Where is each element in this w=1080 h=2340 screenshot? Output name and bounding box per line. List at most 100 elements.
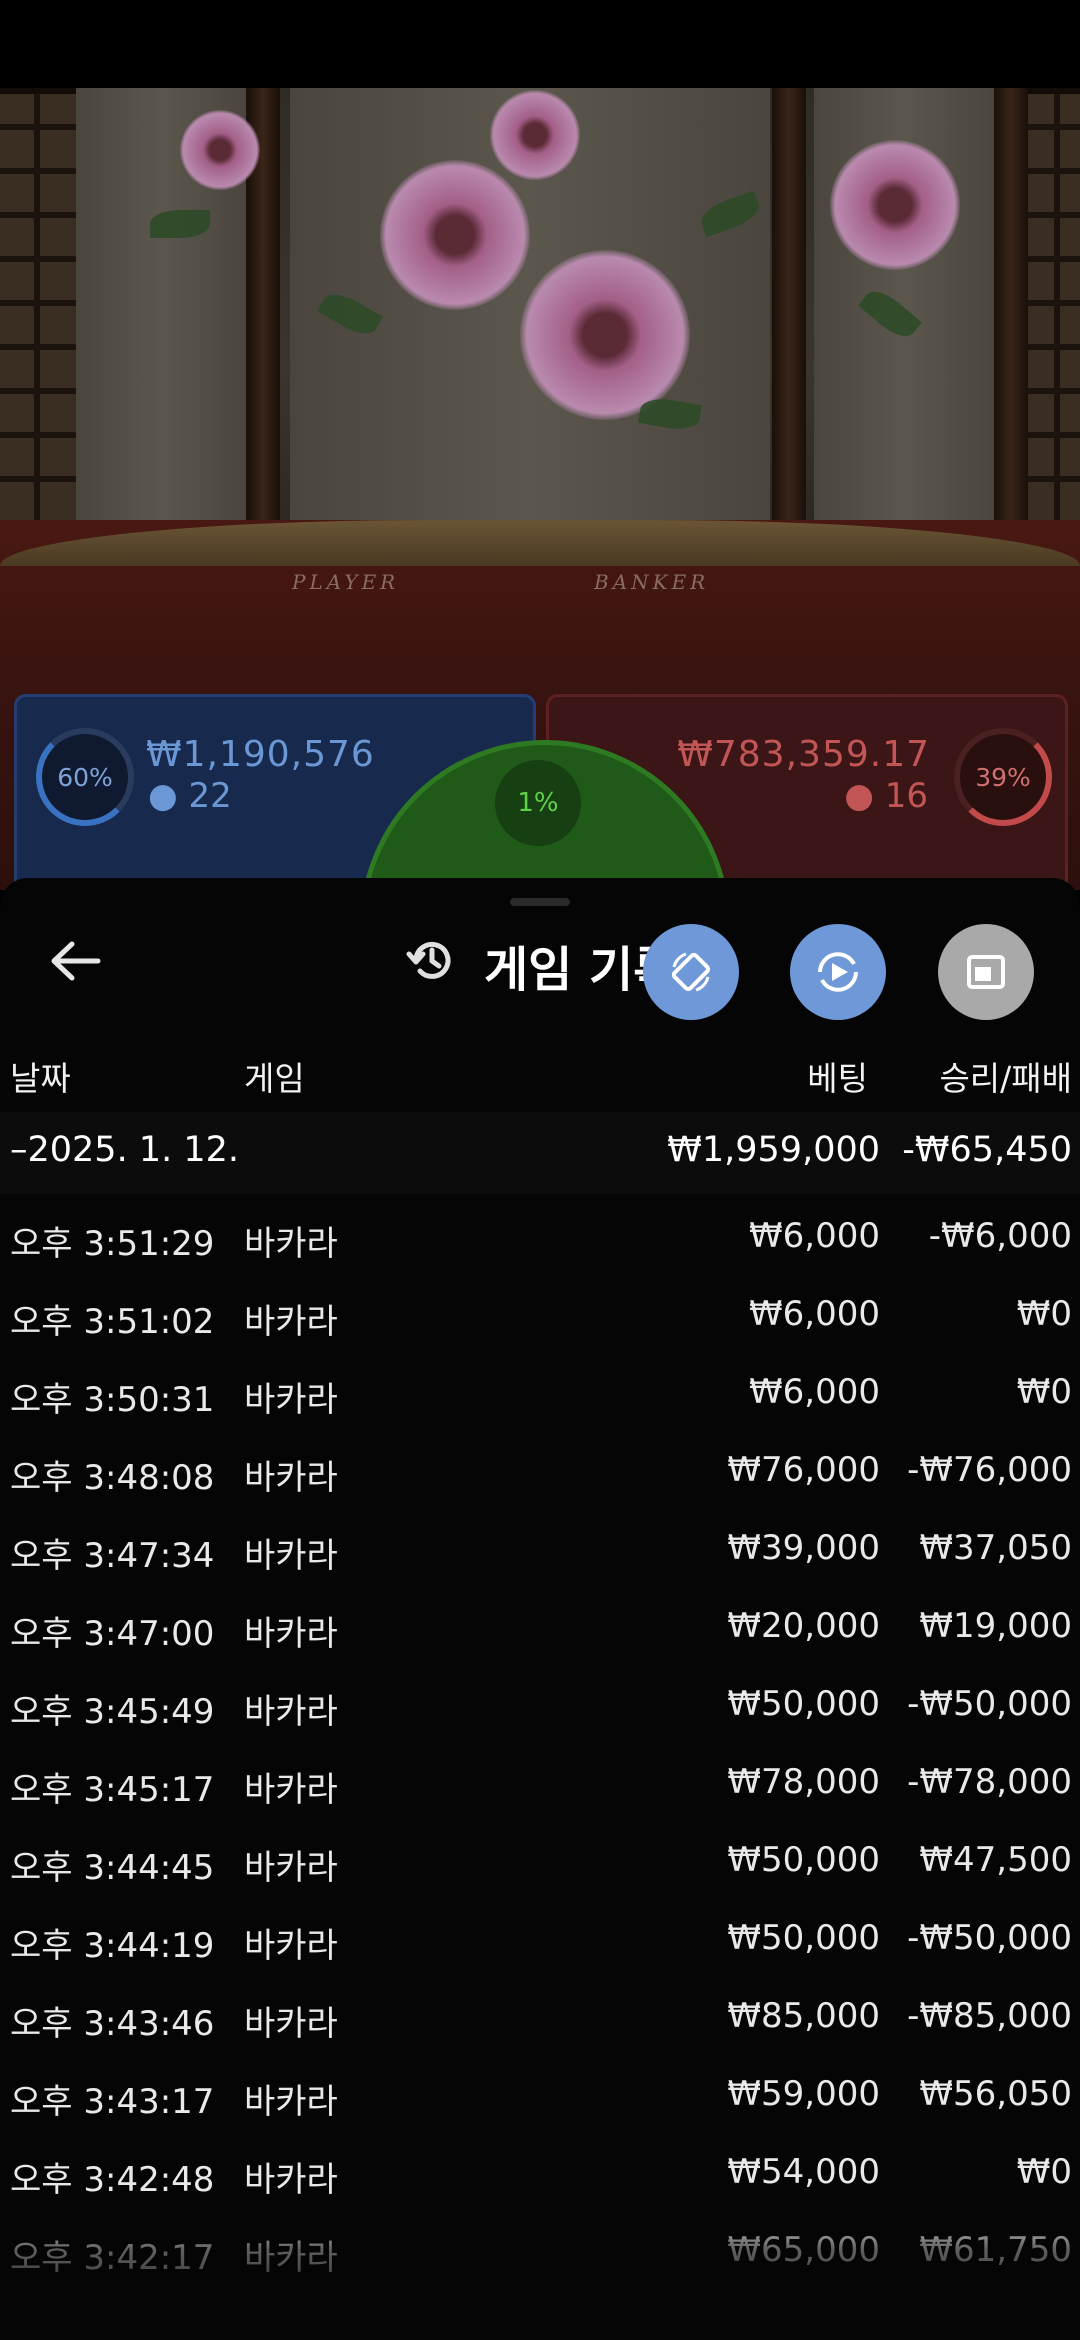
- pillar: [994, 88, 1028, 558]
- history-row[interactable]: 오후 3:51:29 바카라 ₩6,000 -₩6,000: [0, 1200, 1080, 1278]
- history-game: 바카라: [244, 1770, 338, 1810]
- replay-button[interactable]: [790, 924, 886, 1020]
- history-game: 바카라: [244, 1224, 338, 1264]
- history-result: ₩0: [1016, 2152, 1072, 2192]
- history-bet: ₩50,000: [727, 1684, 880, 1724]
- history-game: 바카라: [244, 1614, 338, 1654]
- history-bet: ₩76,000: [727, 1450, 880, 1490]
- player-percent: 60%: [57, 762, 113, 792]
- history-game: 바카라: [244, 1380, 338, 1420]
- replay-icon: [818, 952, 858, 992]
- history-time: 오후 3:51:29: [10, 1224, 215, 1264]
- picture-in-picture-button[interactable]: [938, 924, 1034, 1020]
- table-player-label: PLAYER: [292, 570, 400, 594]
- history-time: 오후 3:44:45: [10, 1848, 215, 1888]
- history-time: 오후 3:45:17: [10, 1770, 215, 1810]
- player-bettor-count: ● 22: [148, 776, 232, 816]
- column-header-game: 게임: [244, 1059, 305, 1098]
- history-bet: ₩50,000: [727, 1918, 880, 1958]
- history-row[interactable]: 오후 3:47:34 바카라 ₩39,000 ₩37,050: [0, 1512, 1080, 1590]
- history-icon: [404, 932, 460, 988]
- history-row[interactable]: 오후 3:43:46 바카라 ₩85,000 -₩85,000: [0, 1980, 1080, 2058]
- history-time: 오후 3:50:31: [10, 1380, 215, 1420]
- sheet-drag-handle[interactable]: [510, 898, 570, 906]
- live-game-video: PLAYER BANKER 60% ₩1,190,576 ● 22 1% ₩78…: [0, 0, 1080, 890]
- arrow-left-icon: [51, 941, 101, 981]
- history-bet: ₩59,000: [727, 2074, 880, 2114]
- history-game: 바카라: [244, 1848, 338, 1888]
- pillar: [772, 88, 806, 558]
- history-game: 바카라: [244, 1536, 338, 1576]
- history-row[interactable]: 오후 3:50:31 바카라 ₩6,000 ₩0: [0, 1356, 1080, 1434]
- history-bet: ₩85,000: [727, 1996, 880, 2036]
- history-result: ₩56,050: [919, 2074, 1072, 2114]
- history-row[interactable]: 오후 3:45:17 바카라 ₩78,000 -₩78,000: [0, 1746, 1080, 1824]
- history-bet: ₩6,000: [749, 1216, 880, 1256]
- flower: [180, 110, 260, 190]
- player-bet-amount: ₩1,190,576: [146, 734, 375, 775]
- person-icon: ●: [844, 776, 874, 816]
- history-time: 오후 3:51:02: [10, 1302, 215, 1342]
- history-time: 오후 3:44:19: [10, 1926, 215, 1966]
- lattice-window-left: [0, 88, 82, 570]
- history-game: 바카라: [244, 2082, 338, 2122]
- history-bet: ₩20,000: [727, 1606, 880, 1646]
- banker-percent-ring: 39%: [954, 728, 1052, 826]
- list-fade-overlay: [0, 2210, 1080, 2340]
- flower: [520, 250, 690, 420]
- history-game: 바카라: [244, 2004, 338, 2044]
- history-row[interactable]: 오후 3:45:49 바카라 ₩50,000 -₩50,000: [0, 1668, 1080, 1746]
- history-game: 바카라: [244, 2160, 338, 2200]
- rotate-screen-button[interactable]: [643, 924, 739, 1020]
- history-row[interactable]: 오후 3:44:19 바카라 ₩50,000 -₩50,000: [0, 1902, 1080, 1980]
- person-icon: ●: [148, 776, 178, 816]
- history-bet: ₩6,000: [749, 1294, 880, 1334]
- column-header-result: 승리/패배: [939, 1059, 1072, 1098]
- history-game: 바카라: [244, 1458, 338, 1498]
- column-header-bet: 베팅: [807, 1059, 868, 1098]
- history-result: ₩37,050: [919, 1528, 1072, 1568]
- column-header-date: 날짜: [10, 1059, 71, 1098]
- day-bet-total: ₩1,959,000: [667, 1130, 880, 1170]
- history-result: -₩50,000: [907, 1918, 1072, 1958]
- history-row[interactable]: 오후 3:48:08 바카라 ₩76,000 -₩76,000: [0, 1434, 1080, 1512]
- history-result: -₩85,000: [907, 1996, 1072, 2036]
- history-row[interactable]: 오후 3:47:00 바카라 ₩20,000 ₩19,000: [0, 1590, 1080, 1668]
- history-time: 오후 3:42:48: [10, 2160, 215, 2200]
- history-time: 오후 3:45:49: [10, 1692, 215, 1732]
- history-bet: ₩54,000: [727, 2152, 880, 2192]
- history-bet: ₩78,000: [727, 1762, 880, 1802]
- day-date[interactable]: –2025. 1. 12.: [10, 1130, 239, 1170]
- history-time: 오후 3:43:46: [10, 2004, 215, 2044]
- player-count-value: 22: [188, 776, 232, 816]
- history-game: 바카라: [244, 1302, 338, 1342]
- banker-count-value: 16: [884, 776, 928, 816]
- history-result: ₩47,500: [919, 1840, 1072, 1880]
- history-game: 바카라: [244, 1926, 338, 1966]
- leaf: [150, 210, 210, 238]
- history-game: 바카라: [244, 1692, 338, 1732]
- banker-bettor-count: ● 16: [844, 776, 928, 816]
- history-result: -₩78,000: [907, 1762, 1072, 1802]
- tie-percent: 1%: [495, 760, 581, 846]
- history-bet: ₩50,000: [727, 1840, 880, 1880]
- history-row[interactable]: 오후 3:43:17 바카라 ₩59,000 ₩56,050: [0, 2058, 1080, 2136]
- history-result: ₩0: [1016, 1372, 1072, 1412]
- history-result: ₩0: [1016, 1294, 1072, 1334]
- banker-bet-amount: ₩783,359.17: [677, 734, 930, 775]
- history-result: -₩76,000: [907, 1450, 1072, 1490]
- flower: [490, 90, 580, 180]
- back-button[interactable]: [48, 936, 108, 986]
- flower: [830, 140, 960, 270]
- history-row[interactable]: 오후 3:44:45 바카라 ₩50,000 ₩47,500: [0, 1824, 1080, 1902]
- history-time: 오후 3:47:00: [10, 1614, 215, 1654]
- history-row[interactable]: 오후 3:42:48 바카라 ₩54,000 ₩0: [0, 2136, 1080, 2214]
- banker-percent: 39%: [975, 762, 1031, 792]
- history-bet: ₩39,000: [727, 1528, 880, 1568]
- day-result-total: -₩65,450: [902, 1130, 1072, 1170]
- status-bar: [0, 0, 1080, 88]
- history-bet: ₩6,000: [749, 1372, 880, 1412]
- history-time: 오후 3:47:34: [10, 1536, 215, 1576]
- history-row[interactable]: 오후 3:51:02 바카라 ₩6,000 ₩0: [0, 1278, 1080, 1356]
- rotate-screen-icon: [671, 952, 711, 992]
